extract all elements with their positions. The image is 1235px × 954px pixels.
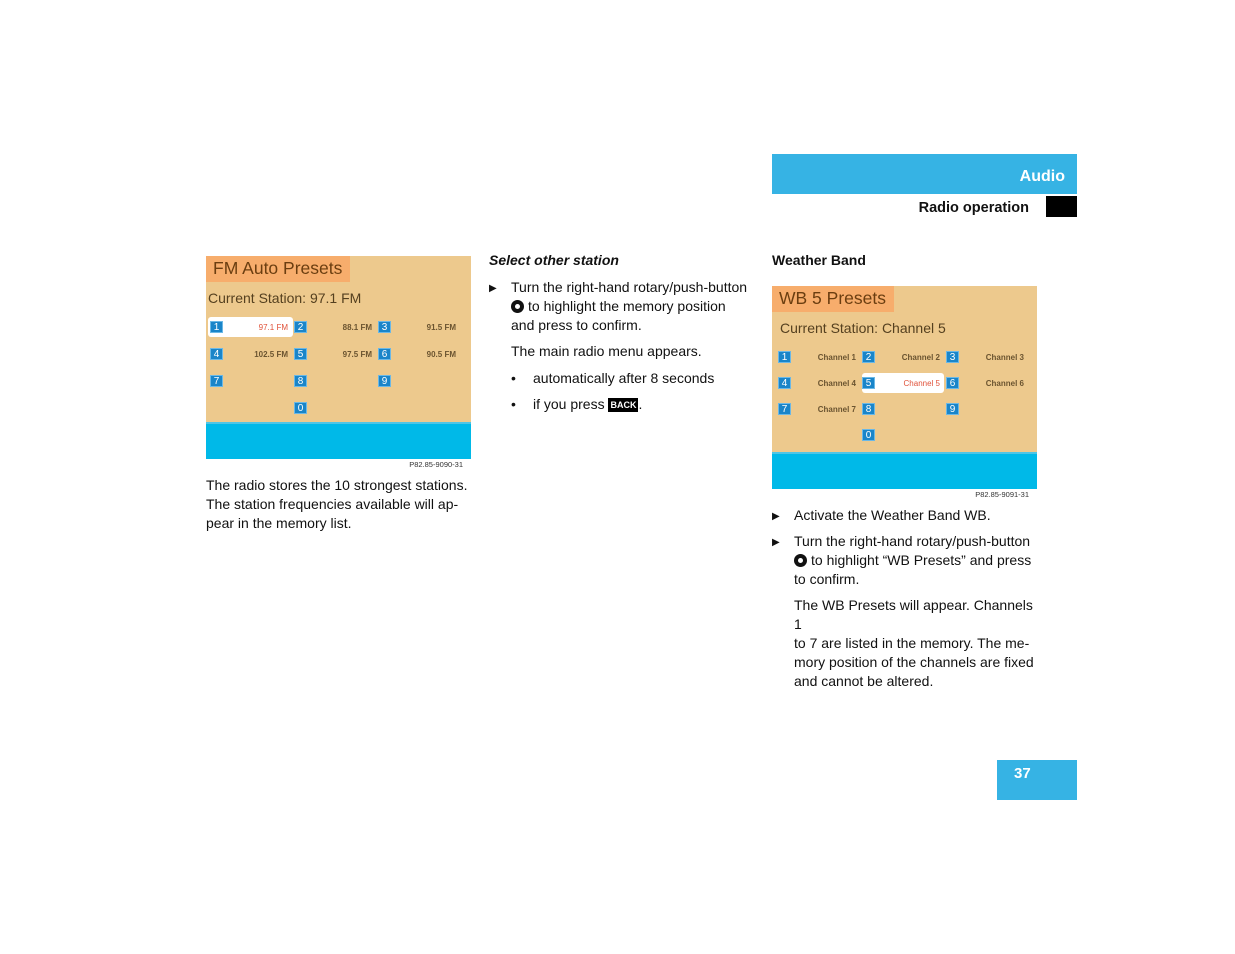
rotary-knob-icon xyxy=(794,554,807,567)
text-line: and cannot be altered. xyxy=(794,673,934,689)
fm-description: The radio stores the 10 strongest statio… xyxy=(206,476,476,533)
bullet-item: • automatically after 8 seconds xyxy=(511,369,714,388)
text-line: The WB Presets will appear. Channels 1 xyxy=(794,597,1033,632)
preset-number-6[interactable]: 6 xyxy=(378,348,391,360)
preset-number-4[interactable]: 4 xyxy=(778,377,791,389)
preset-number-8[interactable]: 8 xyxy=(294,375,307,387)
preset-number-2[interactable]: 2 xyxy=(294,321,307,333)
wb-result: The WB Presets will appear. Channels 1 t… xyxy=(794,596,1044,691)
step-arrow-icon: ▶ xyxy=(772,537,780,548)
text-line: to 7 are listed in the memory. The me- xyxy=(794,635,1030,651)
text-line: mory position of the channels are fixed xyxy=(794,654,1034,670)
preset-value[interactable]: 97.1 FM xyxy=(224,323,288,332)
bullet-text: automatically after 8 seconds xyxy=(533,370,715,386)
screen-bottom-bar xyxy=(206,422,471,459)
text-line: Turn the right-hand rotary/push-button xyxy=(511,279,748,295)
text-span: if you press xyxy=(533,396,605,412)
select-station-result: The main radio menu appears. xyxy=(511,343,702,359)
subsection-title: Radio operation xyxy=(918,200,1029,216)
step-arrow-icon: ▶ xyxy=(772,511,780,522)
figure-caption: P82.85-9090-31 xyxy=(409,460,463,469)
preset-value[interactable]: Channel 5 xyxy=(876,379,940,388)
preset-number-8[interactable]: 8 xyxy=(862,403,875,415)
text-line: The station frequencies available will a… xyxy=(206,496,459,512)
fm-presets-screen: FM Auto Presets Current Station: 97.1 FM… xyxy=(206,256,471,459)
preset-value[interactable]: 90.5 FM xyxy=(392,350,456,359)
step-arrow-icon: ▶ xyxy=(489,283,497,294)
preset-number-0[interactable]: 0 xyxy=(294,402,307,414)
preset-value[interactable]: Channel 1 xyxy=(792,353,856,362)
page-number: 37 xyxy=(1014,765,1031,782)
weather-band-heading: Weather Band xyxy=(772,252,866,268)
page-number-box: 37 xyxy=(997,760,1077,800)
preset-number-0[interactable]: 0 xyxy=(862,429,875,441)
preset-value[interactable]: Channel 3 xyxy=(960,353,1024,362)
preset-number-5[interactable]: 5 xyxy=(862,377,875,389)
rotary-knob-icon xyxy=(511,300,524,313)
preset-value[interactable]: 102.5 FM xyxy=(224,350,288,359)
text-line: Activate the Weather Band WB. xyxy=(794,507,991,523)
preset-value[interactable]: 91.5 FM xyxy=(392,323,456,332)
text-line: to highlight the memory position xyxy=(528,298,726,314)
text-line: Turn the right-hand rotary/push-button xyxy=(794,533,1031,549)
preset-number-6[interactable]: 6 xyxy=(946,377,959,389)
preset-number-3[interactable]: 3 xyxy=(378,321,391,333)
current-station: Current Station: Channel 5 xyxy=(780,320,946,336)
bullet-icon: • xyxy=(511,370,516,386)
preset-number-5[interactable]: 5 xyxy=(294,348,307,360)
wb-step-2: ▶ Turn the right-hand rotary/push-button… xyxy=(772,532,1042,589)
preset-number-1[interactable]: 1 xyxy=(210,321,223,333)
preset-number-7[interactable]: 7 xyxy=(778,403,791,415)
text-line: to confirm. xyxy=(794,571,860,587)
text-line: pear in the memory list. xyxy=(206,515,352,531)
preset-number-9[interactable]: 9 xyxy=(946,403,959,415)
figure-caption: P82.85-9091-31 xyxy=(975,490,1029,499)
preset-value[interactable]: Channel 2 xyxy=(876,353,940,362)
screen-bottom-bar xyxy=(772,452,1037,489)
wb-presets-screen: WB 5 Presets Current Station: Channel 5 … xyxy=(772,286,1037,489)
current-station: Current Station: 97.1 FM xyxy=(208,290,362,306)
select-station-step: ▶ Turn the right-hand rotary/push-button… xyxy=(489,278,759,335)
screen-title: WB 5 Presets xyxy=(772,286,894,312)
preset-number-2[interactable]: 2 xyxy=(862,351,875,363)
text-line: The radio stores the 10 strongest statio… xyxy=(206,477,468,493)
section-header-bar: Audio xyxy=(772,154,1077,194)
preset-value[interactable]: Channel 6 xyxy=(960,379,1024,388)
wb-step-1: ▶ Activate the Weather Band WB. xyxy=(772,506,1042,525)
preset-number-9[interactable]: 9 xyxy=(378,375,391,387)
section-title: Audio xyxy=(1019,168,1065,185)
preset-value[interactable]: Channel 4 xyxy=(792,379,856,388)
bullet-text: if you press BACK. xyxy=(533,395,642,414)
text-line: and press to confirm. xyxy=(511,317,642,333)
preset-number-4[interactable]: 4 xyxy=(210,348,223,360)
preset-value[interactable]: Channel 7 xyxy=(792,405,856,414)
preset-number-3[interactable]: 3 xyxy=(946,351,959,363)
section-marker xyxy=(1046,196,1077,217)
bullet-icon: • xyxy=(511,396,516,412)
bullet-item: • if you press BACK. xyxy=(511,395,642,414)
preset-value[interactable]: 97.5 FM xyxy=(308,350,372,359)
screen-title: FM Auto Presets xyxy=(206,256,351,282)
preset-number-1[interactable]: 1 xyxy=(778,351,791,363)
preset-number-7[interactable]: 7 xyxy=(210,375,223,387)
text-span: . xyxy=(638,396,643,412)
preset-value[interactable]: 88.1 FM xyxy=(308,323,372,332)
text-line: to highlight “WB Presets” and press xyxy=(811,552,1032,568)
back-key-icon: BACK xyxy=(608,398,639,412)
select-station-heading: Select other station xyxy=(489,252,619,268)
